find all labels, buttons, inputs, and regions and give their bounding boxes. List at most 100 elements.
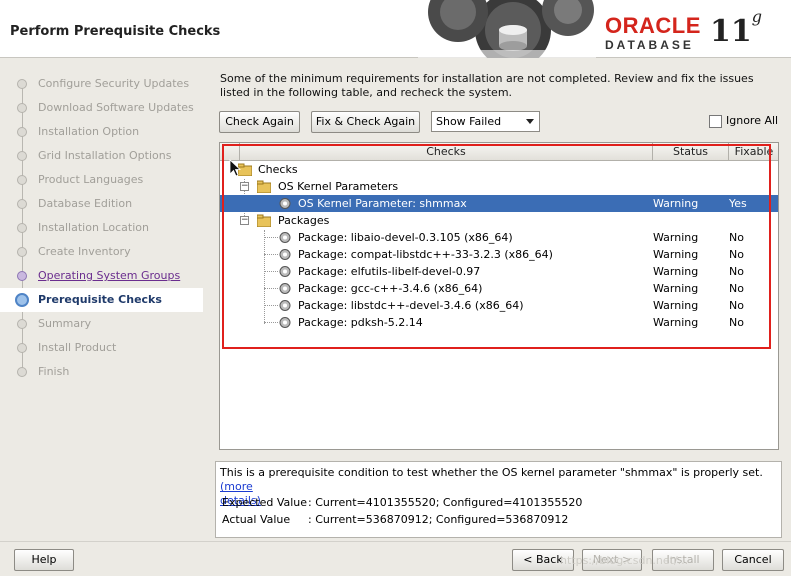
expected-value: : Current=4101355520; Configured=4101355…	[308, 496, 583, 509]
wizard-steps-sidebar: Configure Security Updates Download Soft…	[0, 59, 210, 539]
watermark-text: https://blog.csdn.net/...	[560, 554, 689, 567]
check-status: Warning	[653, 299, 699, 312]
more-details-link[interactable]: (more	[220, 480, 253, 493]
cancel-button[interactable]: Cancel	[722, 549, 784, 571]
check-name: Package: libstdc++-devel-3.4.6 (x86_64)	[298, 299, 524, 312]
tree-row-label: OS Kernel Parameters	[278, 180, 399, 193]
tree-row-package[interactable]: Package: compat-libstdc++-33-3.2.3 (x86_…	[220, 246, 778, 263]
step-installation-location: Installation Location	[0, 216, 203, 240]
check-status: Warning	[653, 282, 699, 295]
tree-row-package[interactable]: Package: pdksh-5.2.14 Warning No	[220, 314, 778, 331]
check-status: Warning	[653, 231, 699, 244]
check-detail-panel: This is a prerequisite condition to test…	[215, 461, 782, 538]
check-status: Warning	[653, 197, 699, 210]
step-label: Installation Location	[38, 221, 149, 234]
gears-graphic-icon	[418, 0, 596, 58]
step-installation-option: Installation Option	[0, 120, 203, 144]
oracle-logo: ORACLE DATABASE	[605, 13, 701, 53]
version-suffix: g	[751, 7, 762, 26]
fix-check-again-button[interactable]: Fix & Check Again	[311, 111, 420, 133]
check-name: OS Kernel Parameter: shmmax	[298, 197, 467, 210]
step-dot-icon	[17, 79, 27, 89]
step-prerequisite-checks: Prerequisite Checks	[0, 288, 203, 312]
gear-warning-icon	[279, 249, 291, 260]
step-label: Grid Installation Options	[38, 149, 172, 162]
step-label: Configure Security Updates	[38, 77, 190, 90]
check-fixable: No	[729, 299, 744, 312]
expected-value-row: Expected Value: Current=4101355520; Conf…	[222, 496, 582, 510]
check-fixable: Yes	[729, 197, 747, 210]
check-name: Package: pdksh-5.2.14	[298, 316, 423, 329]
step-dot-icon	[17, 247, 27, 257]
tree-row-package[interactable]: Package: libaio-devel-0.3.105 (x86_64) W…	[220, 229, 778, 246]
step-label: Installation Option	[38, 125, 140, 138]
filter-select-value: Show Failed	[436, 115, 502, 128]
check-status: Warning	[653, 316, 699, 329]
tree-row-package[interactable]: Package: elfutils-libelf-devel-0.97 Warn…	[220, 263, 778, 280]
tree-row-package[interactable]: Package: gcc-c++-3.4.6 (x86_64) Warning …	[220, 280, 778, 297]
check-status: Warning	[653, 248, 699, 261]
step-dot-icon	[17, 343, 27, 353]
step-product-languages: Product Languages	[0, 168, 203, 192]
folder-icon	[257, 214, 271, 227]
current-step-icon	[15, 293, 29, 307]
step-label: Product Languages	[38, 173, 144, 186]
check-status: Warning	[653, 265, 699, 278]
tree-row-root[interactable]: Checks	[220, 161, 778, 178]
intro-text: Some of the minimum requirements for ins…	[220, 72, 754, 99]
step-download-software-updates: Download Software Updates	[0, 96, 203, 120]
collapse-icon[interactable]: −	[240, 216, 249, 225]
check-again-button[interactable]: Check Again	[219, 111, 300, 133]
step-label[interactable]: Operating System Groups	[38, 269, 180, 282]
actual-label: Actual Value	[222, 513, 291, 526]
detail-description: This is a prerequisite condition to test…	[220, 466, 763, 479]
checks-tree-table: Checks Status Fixable Checks − OS Kernel…	[219, 142, 779, 450]
tree-row-package[interactable]: Package: libstdc++-devel-3.4.6 (x86_64) …	[220, 297, 778, 314]
step-database-edition: Database Edition	[0, 192, 203, 216]
page-title: Perform Prerequisite Checks	[10, 24, 221, 39]
column-header-checks[interactable]: Checks	[240, 143, 653, 161]
step-label: Install Product	[38, 341, 117, 354]
gear-warning-icon	[279, 283, 291, 294]
step-finish: Finish	[0, 360, 203, 384]
tree-row-group-os-kernel[interactable]: − OS Kernel Parameters	[220, 178, 778, 195]
gear-warning-icon	[279, 317, 291, 328]
gear-warning-icon	[279, 300, 291, 311]
step-label: Prerequisite Checks	[38, 293, 162, 306]
version-number: 11	[710, 14, 752, 49]
brand-oracle-text: ORACLE	[605, 13, 701, 38]
expected-label: Expected Value	[222, 496, 308, 509]
step-label: Database Edition	[38, 197, 133, 210]
mouse-pointer-icon	[229, 159, 241, 177]
step-dot-icon	[17, 199, 27, 209]
step-dot-icon	[17, 367, 27, 377]
step-dot-icon	[17, 103, 27, 113]
check-name: Package: elfutils-libelf-devel-0.97	[298, 265, 481, 278]
actual-value: : Current=536870912; Configured=53687091…	[308, 513, 569, 526]
step-operating-system-groups[interactable]: Operating System Groups	[0, 264, 203, 288]
filter-select[interactable]: Show Failed	[431, 111, 540, 132]
chevron-down-icon	[526, 119, 534, 124]
tree-row-shmmax[interactable]: OS Kernel Parameter: shmmax Warning Yes	[220, 195, 778, 212]
tree-row-label: Checks	[258, 163, 298, 176]
step-label: Summary	[38, 317, 92, 330]
ignore-all-checkbox[interactable]	[709, 115, 722, 128]
check-fixable: No	[729, 231, 744, 244]
step-dot-icon	[17, 175, 27, 185]
step-dot-icon	[17, 319, 27, 329]
gear-warning-icon	[279, 198, 291, 209]
column-header-status[interactable]: Status	[653, 143, 729, 161]
check-fixable: No	[729, 282, 744, 295]
footer-divider	[0, 541, 791, 542]
step-grid-installation-options: Grid Installation Options	[0, 144, 203, 168]
check-name: Package: libaio-devel-0.3.105 (x86_64)	[298, 231, 513, 244]
check-fixable: No	[729, 265, 744, 278]
tree-row-group-packages[interactable]: − Packages	[220, 212, 778, 229]
step-label: Finish	[38, 365, 70, 378]
column-header-fixable[interactable]: Fixable	[729, 143, 778, 161]
step-create-inventory: Create Inventory	[0, 240, 203, 264]
header-banner: Perform Prerequisite Checks ORACLE DATAB…	[0, 0, 791, 58]
collapse-icon[interactable]: −	[240, 182, 249, 191]
help-button[interactable]: Help	[14, 549, 74, 571]
step-dot-icon	[17, 127, 27, 137]
